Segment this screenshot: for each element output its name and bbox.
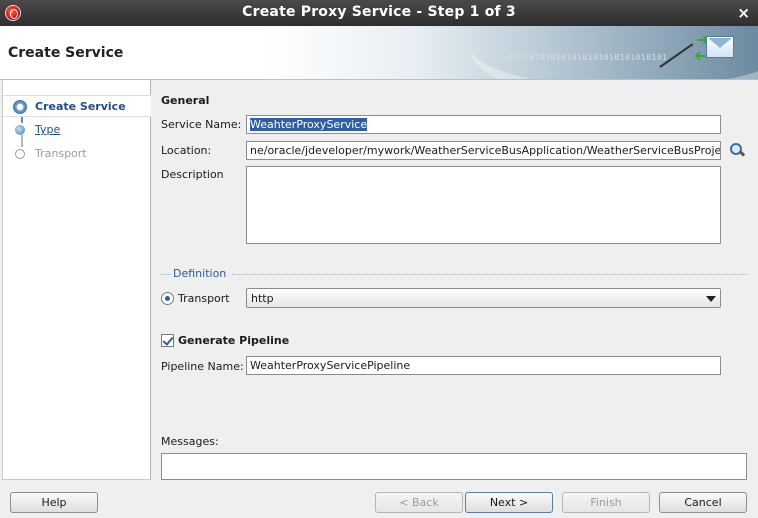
header-binary-decoration: 010101010101010101010101010101	[508, 53, 668, 62]
divider	[161, 274, 171, 275]
window-title-bar: Create Proxy Service - Step 1 of 3 ×	[0, 0, 758, 26]
description-label: Description	[161, 168, 224, 181]
step-label: Create Service	[35, 100, 126, 113]
generate-pipeline-label: Generate Pipeline	[178, 334, 290, 347]
cancel-button[interactable]: Cancel	[659, 492, 747, 513]
location-label: Location:	[161, 144, 212, 157]
create-proxy-service-dialog: Create Service 0101010101010101010101010…	[0, 26, 758, 518]
finish-button[interactable]: Finish	[562, 492, 650, 513]
search-icon[interactable]	[728, 142, 746, 160]
window-title: Create Proxy Service - Step 1 of 3	[242, 4, 516, 20]
next-button[interactable]: Next >	[465, 492, 553, 513]
back-button[interactable]: < Back	[375, 492, 463, 513]
step-dot-icon	[15, 149, 25, 159]
chevron-down-icon	[706, 296, 716, 302]
close-icon[interactable]: ×	[737, 4, 750, 22]
general-section-title: General	[161, 94, 210, 107]
create-service-form: General Service Name: WeahterProxyServic…	[152, 80, 758, 480]
step-dot-icon	[15, 125, 25, 135]
service-name-value: WeahterProxyService	[250, 118, 368, 131]
help-button[interactable]: Help	[10, 492, 98, 513]
divider	[232, 274, 748, 275]
messages-box	[161, 453, 747, 480]
step-create-service[interactable]: Create Service	[3, 95, 151, 117]
definition-section-title: Definition	[173, 267, 227, 280]
messages-label: Messages:	[161, 435, 219, 448]
step-label: Transport	[35, 147, 87, 160]
service-wizard-icon	[706, 36, 734, 58]
current-step-icon	[13, 100, 27, 114]
generate-pipeline-checkbox[interactable]	[161, 334, 174, 347]
pipeline-name-label: Pipeline Name:	[161, 360, 244, 373]
pipeline-name-input[interactable]: WeahterProxyServicePipeline	[246, 356, 721, 375]
transport-radio[interactable]	[161, 292, 174, 305]
service-name-label: Service Name:	[161, 118, 242, 131]
location-input[interactable]: ne/oracle/jdeveloper/mywork/WeatherServi…	[246, 141, 721, 160]
dialog-header: Create Service 0101010101010101010101010…	[0, 26, 758, 80]
step-type[interactable]: Type	[3, 119, 151, 141]
page-title: Create Service	[8, 45, 124, 61]
transport-selected-value: http	[251, 292, 274, 305]
description-textarea[interactable]	[246, 166, 721, 244]
transport-select[interactable]: http	[246, 288, 721, 308]
service-name-input[interactable]: WeahterProxyService	[246, 115, 721, 134]
step-transport: Transport	[3, 143, 151, 165]
transport-label: Transport	[178, 292, 230, 305]
wizard-steps-panel: Create Service Type Transport	[2, 80, 151, 480]
step-label: Type	[35, 123, 61, 136]
